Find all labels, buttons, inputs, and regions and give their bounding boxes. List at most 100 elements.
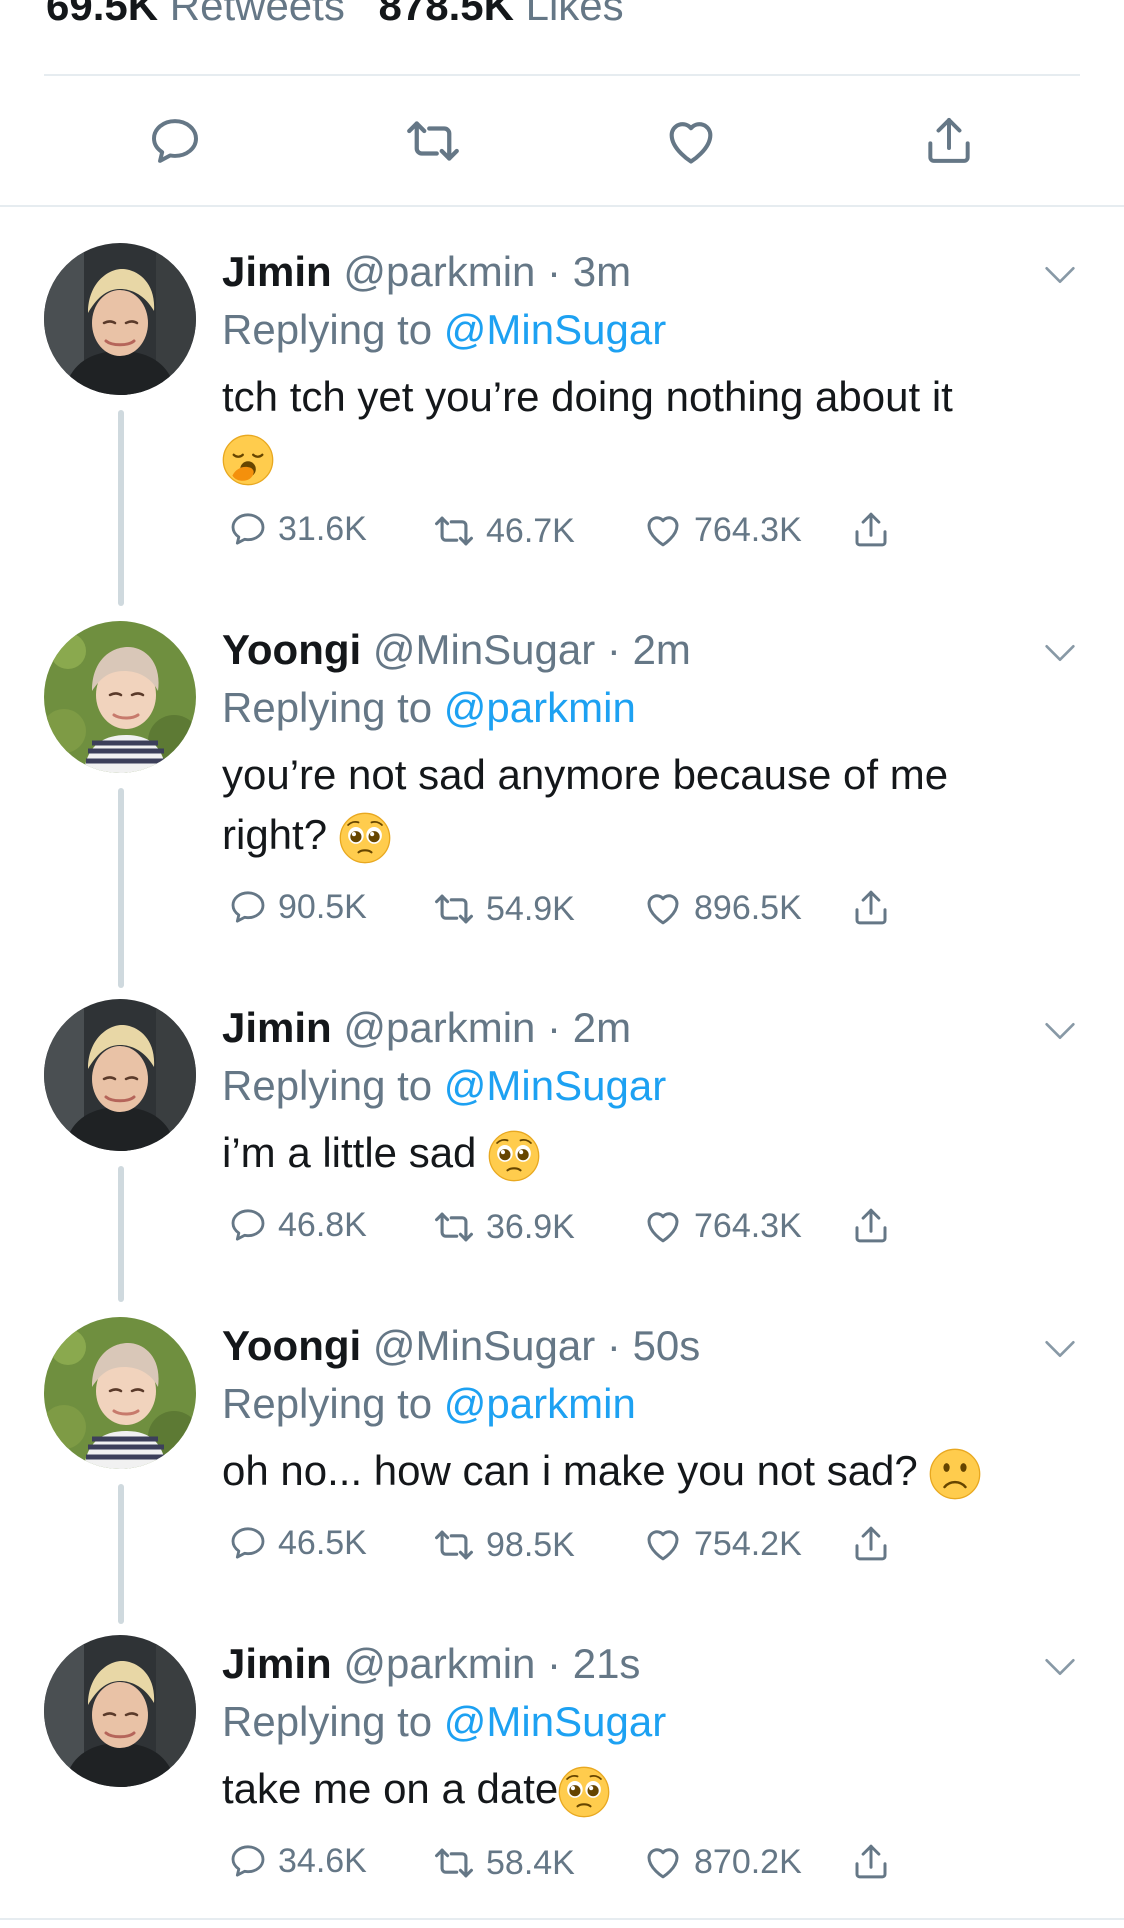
tweet-actions: 46.8K 36.9K 764.3K [222,1205,1064,1265]
tweet-actions: 34.6K 58.4K 870.2K [222,1841,1064,1901]
main-tweet-actions [0,100,1124,180]
reply-icon [228,1523,268,1563]
reply-button[interactable]: 31.6K [228,509,367,549]
user-handle[interactable]: @MinSugar [373,1322,595,1369]
share-button[interactable] [850,1205,892,1247]
tweet-text: tch tch yet you’re doing nothing about i… [222,367,1064,487]
thread-line [118,410,124,606]
retweet-button[interactable] [398,106,468,176]
reply-count: 90.5K [278,887,367,926]
like-icon [642,509,684,551]
mention-link[interactable]: @MinSugar [444,306,666,353]
like-button[interactable]: 764.3K [642,1205,802,1247]
timestamp[interactable]: 2m [633,626,691,673]
replying-to: Replying to @MinSugar [222,1698,667,1745]
retweet-icon [432,1205,476,1249]
likes-count[interactable]: 878.5K [379,0,514,29]
tweet-text: take me on a date [222,1759,1064,1819]
tweet-actions: 31.6K 46.7K 764.3K [222,509,1064,569]
thread-line [118,1166,124,1302]
reply-button[interactable]: 34.6K [228,1841,367,1881]
like-button[interactable]: 870.2K [642,1841,802,1883]
reply-button[interactable]: 90.5K [228,887,367,927]
avatar[interactable] [44,999,196,1151]
replying-to: Replying to @parkmin [222,684,636,731]
mention-link[interactable]: @parkmin [444,684,636,731]
avatar[interactable] [44,243,196,395]
retweet-button[interactable]: 46.7K [432,509,575,553]
timestamp[interactable]: 21s [573,1640,641,1687]
like-icon [642,1841,684,1883]
retweet-button[interactable]: 98.5K [432,1523,575,1567]
pleading-face-icon [558,1766,610,1818]
share-button[interactable] [850,1841,892,1883]
tweet-actions: 90.5K 54.9K 896.5K [222,887,1064,947]
thread-line [118,1484,124,1624]
display-name[interactable]: Yoongi [222,626,361,673]
share-button[interactable] [850,1523,892,1565]
tweet-stats: 69.5K Retweets 878.5K Likes [46,0,646,30]
retweet-button[interactable]: 54.9K [432,887,575,931]
mention-link[interactable]: @MinSugar [444,1698,666,1745]
divider [0,1918,1124,1920]
share-button[interactable] [850,887,892,929]
display-name[interactable]: Jimin [222,1004,332,1051]
share-icon [850,509,892,551]
pleading-face-icon [339,812,391,864]
reply-count: 46.5K [278,1523,367,1562]
likes-label[interactable]: Likes [526,0,624,29]
retweet-button[interactable]: 58.4K [432,1841,575,1885]
timestamp[interactable]: 2m [573,1004,631,1051]
timestamp[interactable]: 50s [633,1322,701,1369]
user-handle[interactable]: @parkmin [343,248,535,295]
mention-link[interactable]: @parkmin [444,1380,636,1427]
retweet-button[interactable]: 36.9K [432,1205,575,1249]
display-name[interactable]: Yoongi [222,1322,361,1369]
retweet-count: 46.7K [486,511,575,550]
avatar[interactable] [44,1635,196,1787]
display-name[interactable]: Jimin [222,248,332,295]
retweet-icon [403,111,463,171]
timestamp[interactable]: 3m [573,248,631,295]
share-button[interactable] [850,509,892,551]
like-button[interactable]: 764.3K [642,509,802,551]
reply-button[interactable]: 46.8K [228,1205,367,1245]
retweet-count: 98.5K [486,1525,575,1564]
retweets-label[interactable]: Retweets [170,0,345,29]
display-name[interactable]: Jimin [222,1640,332,1687]
reply-icon [228,1841,268,1881]
tweet-actions: 46.5K 98.5K 754.2K [222,1523,1064,1583]
like-count: 754.2K [694,1524,802,1563]
reply-button[interactable]: 46.5K [228,1523,367,1563]
like-icon [642,1205,684,1247]
like-count: 764.3K [694,1206,802,1245]
thread-line [118,788,124,988]
tweet-text: oh no... how can i make you not sad? [222,1441,1064,1501]
like-icon [662,112,720,170]
like-button[interactable]: 896.5K [642,887,802,929]
pleading-face-icon [488,1130,540,1182]
mention-link[interactable]: @MinSugar [444,1062,666,1109]
retweet-count: 54.9K [486,889,575,928]
share-icon [850,887,892,929]
divider [0,205,1124,207]
user-handle[interactable]: @parkmin [343,1004,535,1051]
replying-to: Replying to @parkmin [222,1380,636,1427]
like-button[interactable]: 754.2K [642,1523,802,1565]
reply-icon [228,509,268,549]
retweet-count: 36.9K [486,1207,575,1246]
retweet-icon [432,1523,476,1567]
user-handle[interactable]: @parkmin [343,1640,535,1687]
avatar[interactable] [44,1317,196,1469]
like-count: 896.5K [694,888,802,927]
like-count: 870.2K [694,1842,802,1881]
share-icon [850,1205,892,1247]
share-button[interactable] [914,106,984,176]
like-icon [642,1523,684,1565]
user-handle[interactable]: @MinSugar [373,626,595,673]
share-icon [850,1523,892,1565]
avatar[interactable] [44,621,196,773]
like-button[interactable] [656,106,726,176]
retweets-count[interactable]: 69.5K [46,0,158,29]
reply-button[interactable] [140,106,210,176]
